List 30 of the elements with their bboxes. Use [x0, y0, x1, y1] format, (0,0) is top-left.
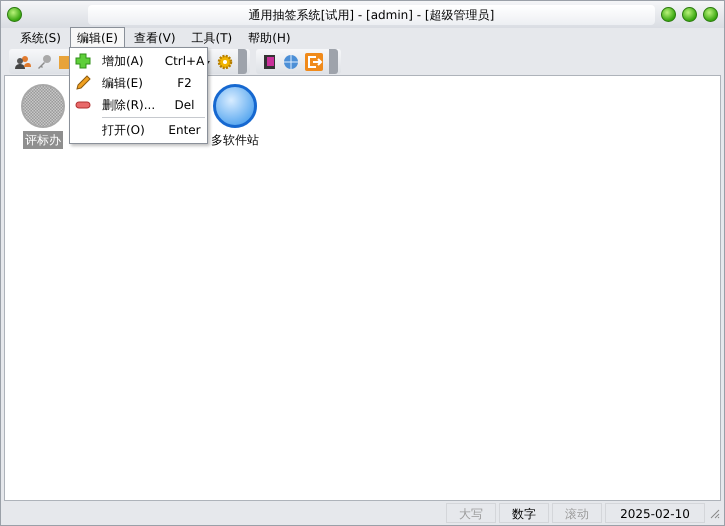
icon-label[interactable]: 多软件站	[209, 131, 261, 149]
settings-icon[interactable]	[217, 54, 233, 70]
menu-item[interactable]: 编辑(E) F2	[72, 72, 205, 94]
minimize-button[interactable]	[661, 7, 676, 22]
menu-item[interactable]: 工具(T)	[184, 27, 240, 49]
circle-icon[interactable]	[21, 84, 65, 128]
exit-icon[interactable]	[304, 52, 324, 72]
menu-item[interactable]: 打开(O) Enter	[72, 119, 205, 141]
app-icon	[7, 7, 22, 22]
minus-icon	[75, 101, 91, 109]
status-indicator: 滚动	[552, 503, 602, 523]
menu-item[interactable]: 系统(S)	[13, 27, 68, 49]
menu-item[interactable]: 删除(R)... Del	[72, 94, 205, 116]
status-date: 2025-02-10	[605, 503, 705, 523]
key-icon[interactable]	[36, 54, 52, 70]
status-indicator: 数字	[499, 503, 549, 523]
menu-item[interactable]: 增加(A) Ctrl+A	[72, 50, 205, 72]
maximize-button[interactable]	[682, 7, 697, 22]
resize-grip-icon[interactable]	[708, 507, 720, 519]
menu-item[interactable]: 查看(V)	[126, 27, 183, 49]
window-title: 通用抽签系统[试用] - [admin] - [超级管理员]	[88, 4, 655, 24]
users-icon[interactable]	[15, 54, 31, 70]
status-indicator: 大写	[446, 503, 496, 523]
circle-icon[interactable]	[213, 84, 257, 128]
close-button[interactable]	[703, 7, 718, 22]
menu-item[interactable]: 帮助(H)	[241, 27, 298, 49]
plus-icon	[75, 53, 91, 69]
globe-icon[interactable]	[283, 54, 299, 70]
book-icon[interactable]	[262, 54, 278, 70]
menu-item[interactable]: 编辑(E)	[70, 27, 125, 49]
